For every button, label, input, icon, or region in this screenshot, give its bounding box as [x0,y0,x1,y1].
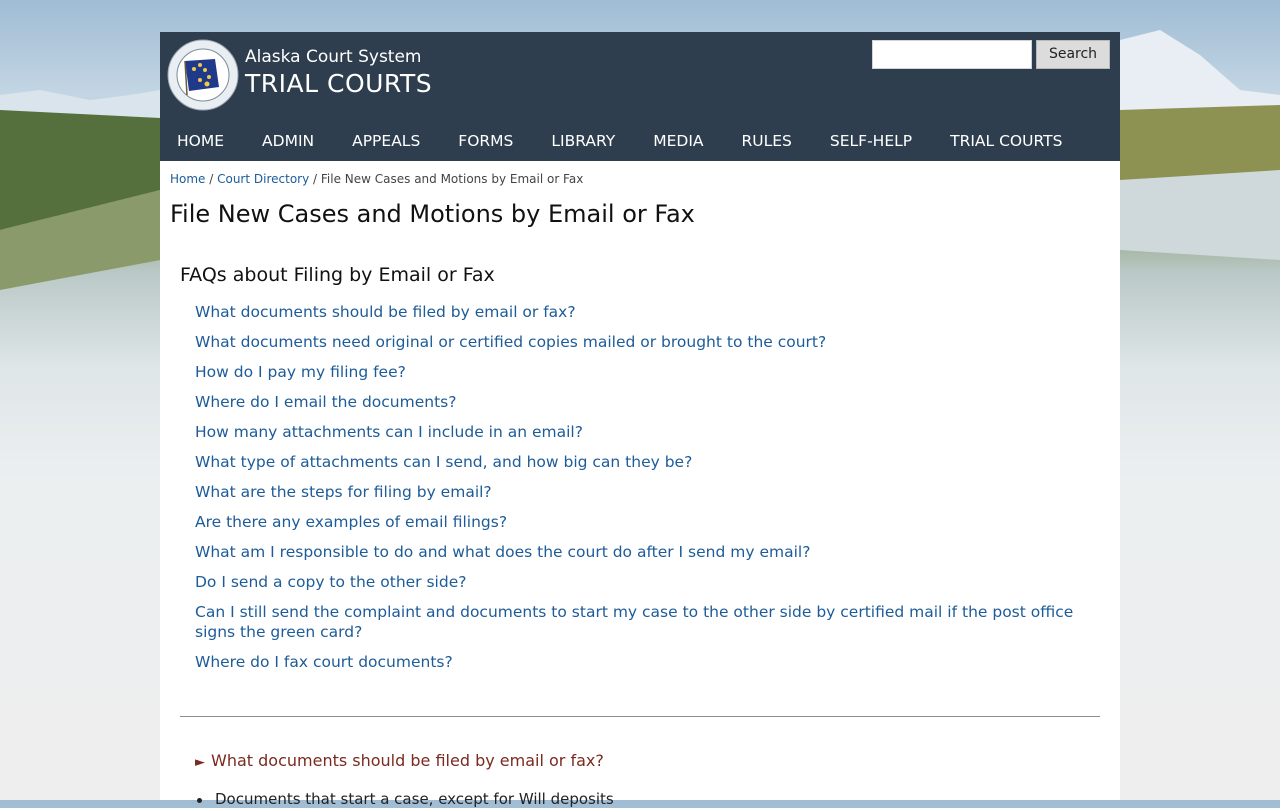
details-bullet-item: Documents that start a case, except for … [197,790,614,808]
nav-item-library[interactable]: LIBRARY [534,125,632,161]
faq-details-summary: What documents should be filed by email … [211,751,604,770]
faq-link[interactable]: Are there any examples of email filings? [195,512,1110,532]
search-input[interactable] [872,40,1032,69]
breadcrumb: Home / Court Directory / File New Cases … [170,172,583,186]
nav-item-self-help[interactable]: SELF-HELP [813,125,929,161]
nav-item-media[interactable]: MEDIA [636,125,720,161]
breadcrumb-separator: / [205,172,218,186]
faq-link[interactable]: Where do I email the documents? [195,392,1110,412]
nav-item-admin[interactable]: ADMIN [245,125,331,161]
faq-link[interactable]: Do I send a copy to the other side? [195,572,1110,592]
faq-link[interactable]: How do I pay my filing fee? [195,362,1110,382]
faq-link[interactable]: How many attachments can I include in an… [195,422,1110,442]
nav-item-appeals[interactable]: APPEALS [335,125,437,161]
nav-item-trial-courts[interactable]: TRIAL COURTS [933,125,1079,161]
page-container: Alaska Court System TRIAL COURTS Search … [160,32,1120,808]
faq-link[interactable]: What are the steps for filing by email? [195,482,1110,502]
faq-link[interactable]: Where do I fax court documents? [195,652,1110,672]
faq-link[interactable]: What documents should be filed by email … [195,302,1110,322]
nav-item-home[interactable]: HOME [160,125,241,161]
alaska-court-seal-icon[interactable] [167,39,239,111]
faq-link[interactable]: What documents need original or certifie… [195,332,1110,352]
faq-details-toggle[interactable]: ► What documents should be filed by email… [195,751,604,770]
site-name[interactable]: Alaska Court System [245,46,422,68]
nav-item-rules[interactable]: RULES [725,125,809,161]
breadcrumb-separator: / [309,172,321,186]
faq-link[interactable]: What am I responsible to do and what doe… [195,542,1110,562]
breadcrumb-directory-link[interactable]: Court Directory [217,172,309,186]
main-nav: HOME ADMIN APPEALS FORMS LIBRARY MEDIA R… [160,125,1120,161]
nav-item-forms[interactable]: FORMS [441,125,530,161]
faq-link[interactable]: Can I still send the complaint and docum… [195,602,1110,642]
search-button[interactable]: Search [1036,40,1110,69]
breadcrumb-current: File New Cases and Motions by Email or F… [320,172,584,186]
faq-list: What documents should be filed by email … [195,302,1110,682]
faq-heading: FAQs about Filing by Email or Fax [180,264,495,286]
page-title: File New Cases and Motions by Email or F… [170,200,695,228]
site-section-title[interactable]: TRIAL COURTS [245,69,432,99]
faq-link[interactable]: What type of attachments can I send, and… [195,452,1110,472]
expand-arrow-icon: ► [195,755,205,770]
breadcrumb-home-link[interactable]: Home [170,172,205,186]
section-divider [180,716,1100,717]
site-header: Alaska Court System TRIAL COURTS Search … [160,32,1120,161]
